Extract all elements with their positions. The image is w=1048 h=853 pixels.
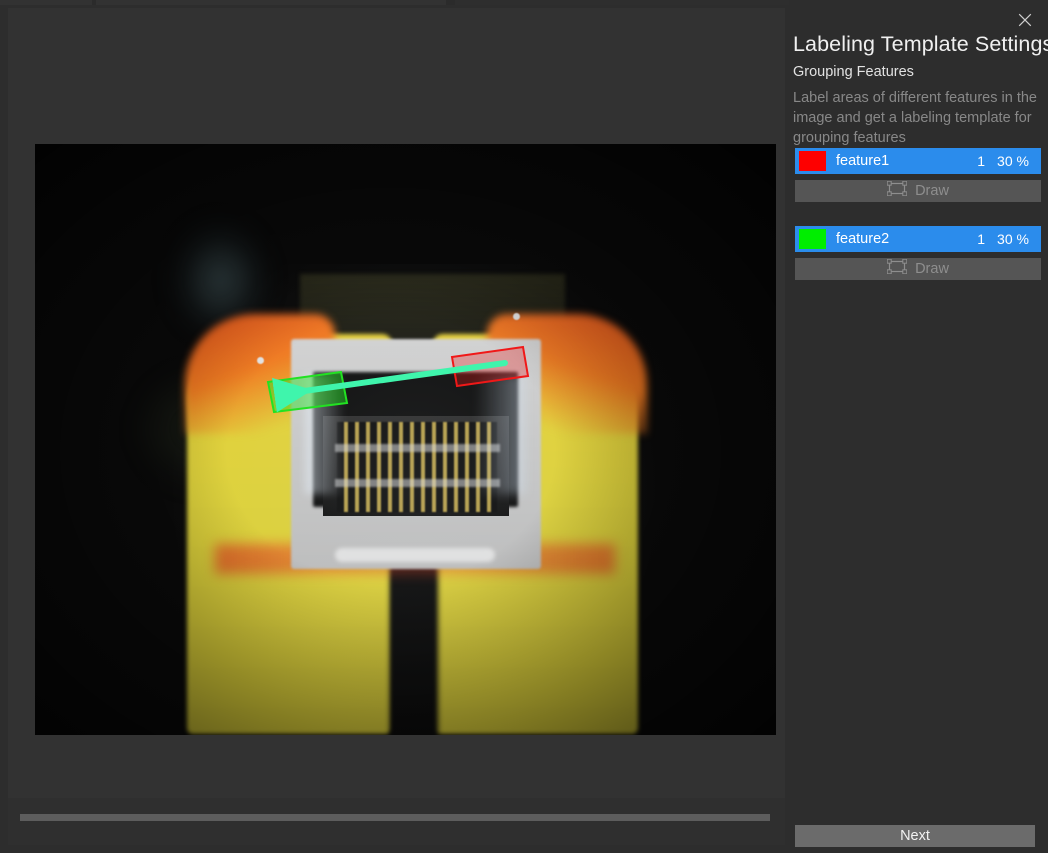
labeling-template-settings-panel: Labeling Template Settings Grouping Feat…	[789, 0, 1048, 853]
draw-button[interactable]: Draw	[795, 258, 1041, 280]
tab-strip-segment-1	[0, 0, 92, 5]
feature-row[interactable]: feature2 1 30 %	[795, 226, 1041, 252]
feature-color-swatch[interactable]	[799, 229, 826, 249]
panel-description: Label areas of different features in the…	[793, 88, 1043, 148]
draw-rectangle-icon	[887, 259, 907, 279]
draw-rectangle-icon	[887, 181, 907, 201]
next-button-label: Next	[900, 828, 930, 844]
image-viewer-area	[8, 8, 785, 798]
feature-percent-label: 30 %	[985, 231, 1041, 247]
page-title: Labeling Template Settings	[793, 32, 1043, 57]
image-canvas[interactable]	[35, 144, 776, 735]
feature-group-2: feature2 1 30 % Draw	[795, 226, 1041, 280]
draw-button-label: Draw	[915, 261, 949, 277]
draw-button[interactable]: Draw	[795, 180, 1041, 202]
horizontal-scrollbar-thumb[interactable]	[20, 814, 770, 821]
feature-percent-label: 30 %	[985, 153, 1041, 169]
feature-name-label: feature1	[836, 153, 959, 169]
tab-strip-segment-2	[96, 0, 446, 5]
draw-button-label: Draw	[915, 183, 949, 199]
next-button[interactable]: Next	[795, 825, 1035, 847]
close-icon[interactable]	[1011, 8, 1039, 32]
annotation-overlay	[35, 144, 776, 735]
image-viewer-panel	[8, 8, 785, 845]
horizontal-scrollbar-track[interactable]	[8, 798, 785, 845]
panel-subtitle: Grouping Features	[793, 64, 914, 80]
feature-count-label: 1	[959, 231, 985, 247]
feature-color-swatch[interactable]	[799, 151, 826, 171]
app-window: Labeling Template Settings Grouping Feat…	[0, 0, 1048, 853]
feature-count-label: 1	[959, 153, 985, 169]
feature-group-1: feature1 1 30 % Draw	[795, 148, 1041, 202]
feature-name-label: feature2	[836, 231, 959, 247]
feature-row[interactable]: feature1 1 30 %	[795, 148, 1041, 174]
